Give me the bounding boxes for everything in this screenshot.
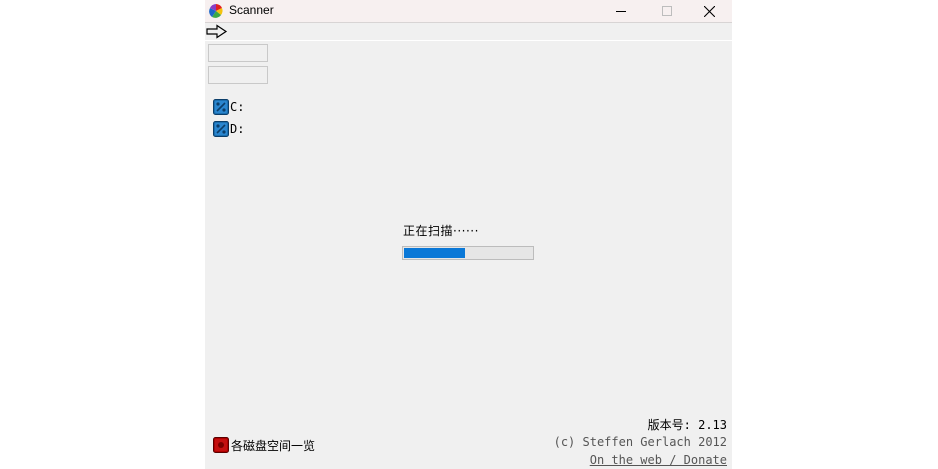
minimize-button[interactable] <box>598 0 644 22</box>
drive-item-d[interactable]: D: <box>213 120 244 138</box>
drive-label-c: C: <box>230 100 245 114</box>
scan-progress-bar <box>402 246 534 260</box>
window-title: Scanner <box>229 3 274 17</box>
maximize-button[interactable] <box>644 0 690 22</box>
close-icon <box>703 5 715 17</box>
scanning-status: 正在扫描······ <box>403 224 479 238</box>
progress-fill <box>404 248 465 258</box>
close-button[interactable] <box>686 0 732 22</box>
maximize-icon <box>662 6 672 16</box>
title-bar[interactable]: Scanner <box>205 0 732 23</box>
scanner-window: Scanner C: D: 正在扫描······ 版本号: 2.13 (c) S… <box>205 0 732 469</box>
web-donate-link[interactable]: On the web / Donate <box>590 453 727 467</box>
toolbar <box>205 23 732 41</box>
drive-item-c[interactable]: C: <box>213 98 244 116</box>
app-logo-icon <box>209 4 223 18</box>
arrow-right-outline-icon[interactable] <box>206 24 228 39</box>
overview-icon <box>213 437 229 453</box>
drive-label-d: D: <box>230 122 245 136</box>
input-field-2[interactable] <box>208 66 268 84</box>
minimize-icon <box>616 11 626 12</box>
drive-icon <box>213 121 229 137</box>
overview-label: 各磁盘空间一览 <box>231 438 316 453</box>
copyright-label: (c) Steffen Gerlach 2012 <box>553 435 727 449</box>
version-label: 版本号: 2.13 <box>647 418 727 432</box>
input-field-1[interactable] <box>208 44 268 62</box>
drive-icon <box>213 99 229 115</box>
disk-overview-button[interactable]: 各磁盘空间一览 <box>213 436 315 454</box>
